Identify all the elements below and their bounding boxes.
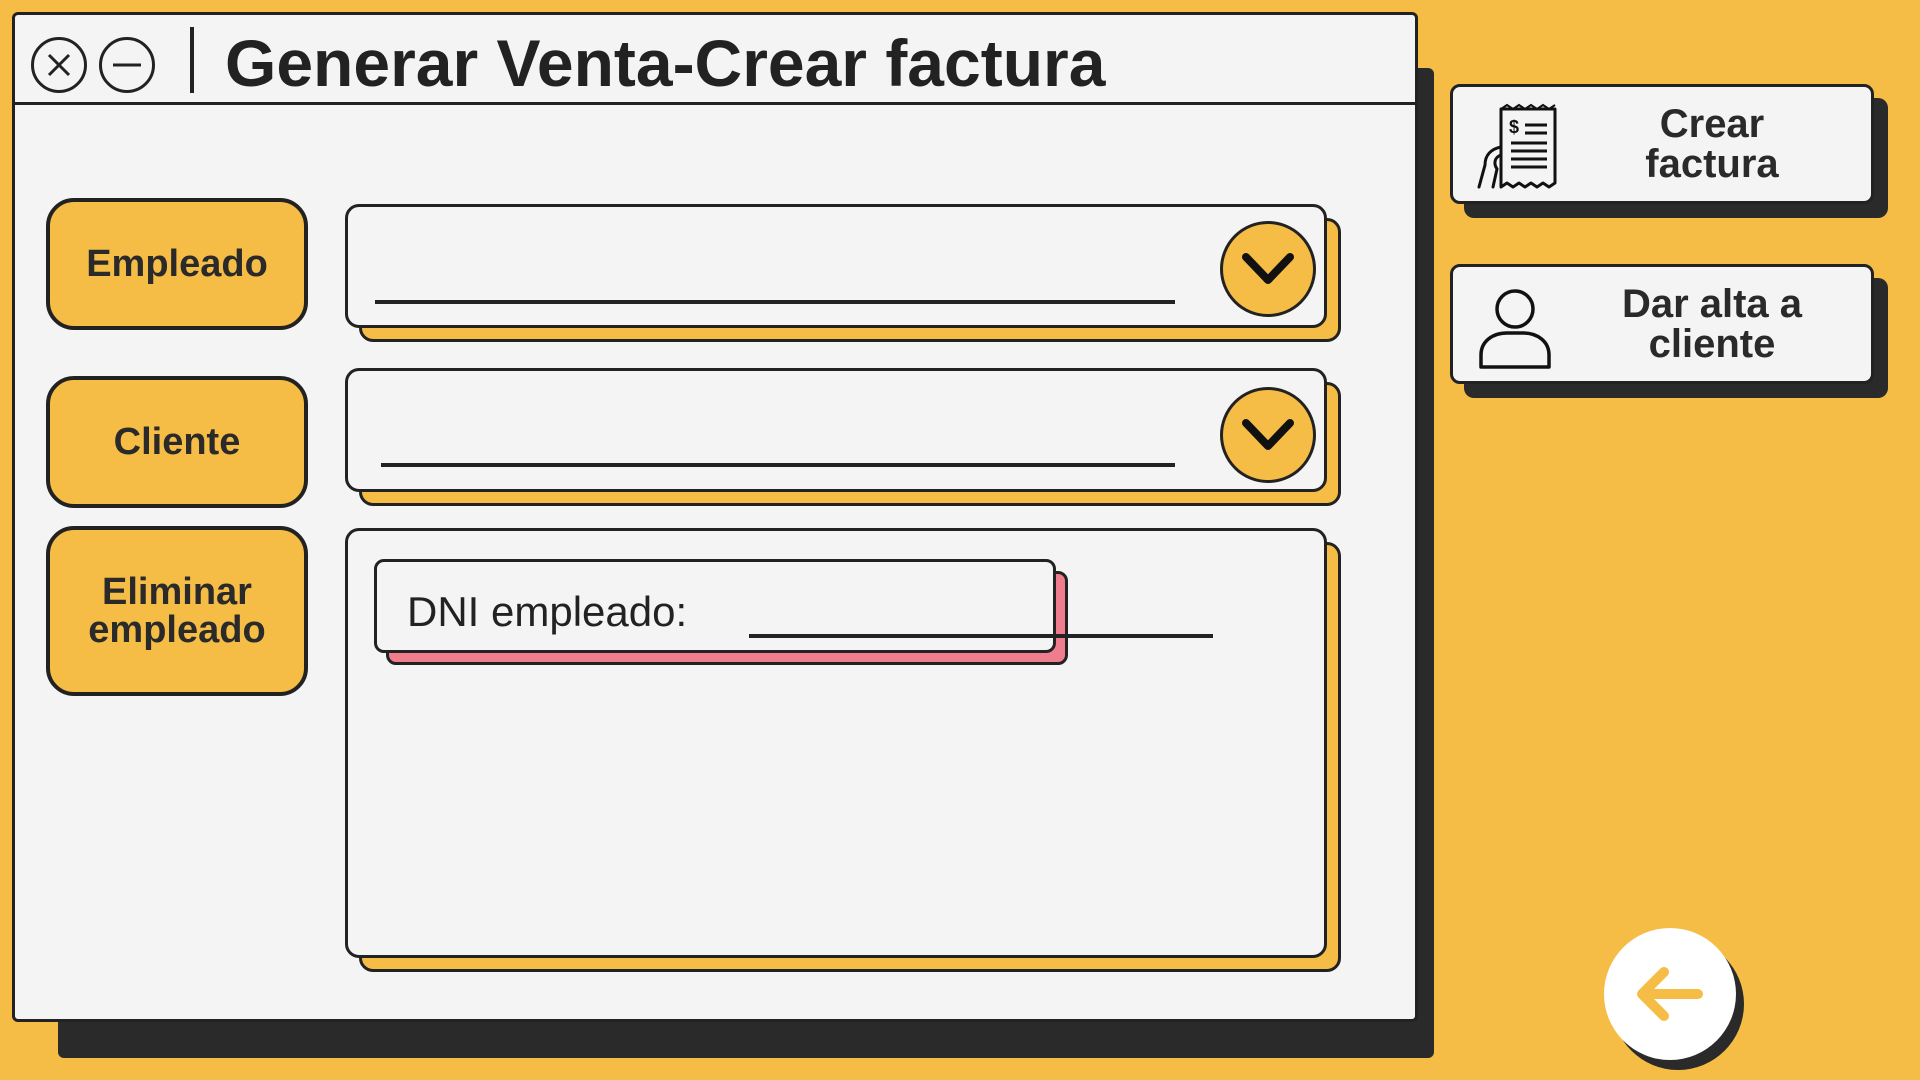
cliente-dropdown-button[interactable] [1220, 387, 1316, 483]
title-bar: Generar Venta-Crear factura [15, 15, 1415, 105]
arrow-left-icon [1637, 967, 1703, 1021]
user-icon [1479, 289, 1551, 369]
chevron-down-icon [1242, 419, 1294, 450]
crear-factura-button[interactable]: $ Crear factura [1450, 84, 1888, 218]
title-separator [190, 27, 194, 93]
empleado-underline [375, 300, 1175, 304]
dar-alta-face: Dar alta a cliente [1450, 264, 1874, 384]
dni-label: DNI empleado: [407, 588, 688, 635]
chevron-down-icon [1242, 253, 1294, 284]
empleado-select-box [345, 204, 1327, 328]
close-icon [47, 53, 71, 77]
cliente-select[interactable] [345, 368, 1341, 506]
empleado-select[interactable] [345, 204, 1341, 342]
dni-field[interactable]: DNI empleado: [374, 559, 1213, 665]
dni-input[interactable] [747, 586, 1209, 626]
minimize-button[interactable] [99, 37, 155, 93]
dar-alta-label: Dar alta a cliente [1563, 267, 1861, 381]
dar-alta-cliente-button[interactable]: Dar alta a cliente [1450, 264, 1888, 398]
invoice-icon: $ [1477, 103, 1557, 189]
dni-field-box: DNI empleado: [374, 559, 1213, 653]
eliminar-panel-box: DNI empleado: [345, 528, 1327, 958]
eliminar-empleado-button[interactable]: Eliminar empleado [46, 526, 308, 696]
crear-factura-face: $ Crear factura [1450, 84, 1874, 204]
eliminar-empleado-panel: DNI empleado: [345, 528, 1341, 972]
page-title: Generar Venta-Crear factura [225, 26, 1106, 100]
cliente-select-box [345, 368, 1327, 492]
close-button[interactable] [31, 37, 87, 93]
eliminar-empleado-label: Eliminar empleado [88, 571, 266, 651]
minimize-icon [113, 63, 141, 67]
crear-factura-label: Crear factura [1563, 87, 1861, 201]
svg-text:$: $ [1509, 117, 1519, 137]
crear-factura-text: Crear factura [1645, 102, 1779, 186]
empleado-dropdown-button[interactable] [1220, 221, 1316, 317]
cliente-underline [381, 463, 1175, 467]
cliente-label: Cliente [46, 376, 308, 508]
empleado-label: Empleado [46, 198, 308, 330]
back-button[interactable] [1604, 928, 1736, 1060]
dar-alta-text: Dar alta a cliente [1621, 282, 1803, 366]
dni-underline [749, 634, 1213, 638]
